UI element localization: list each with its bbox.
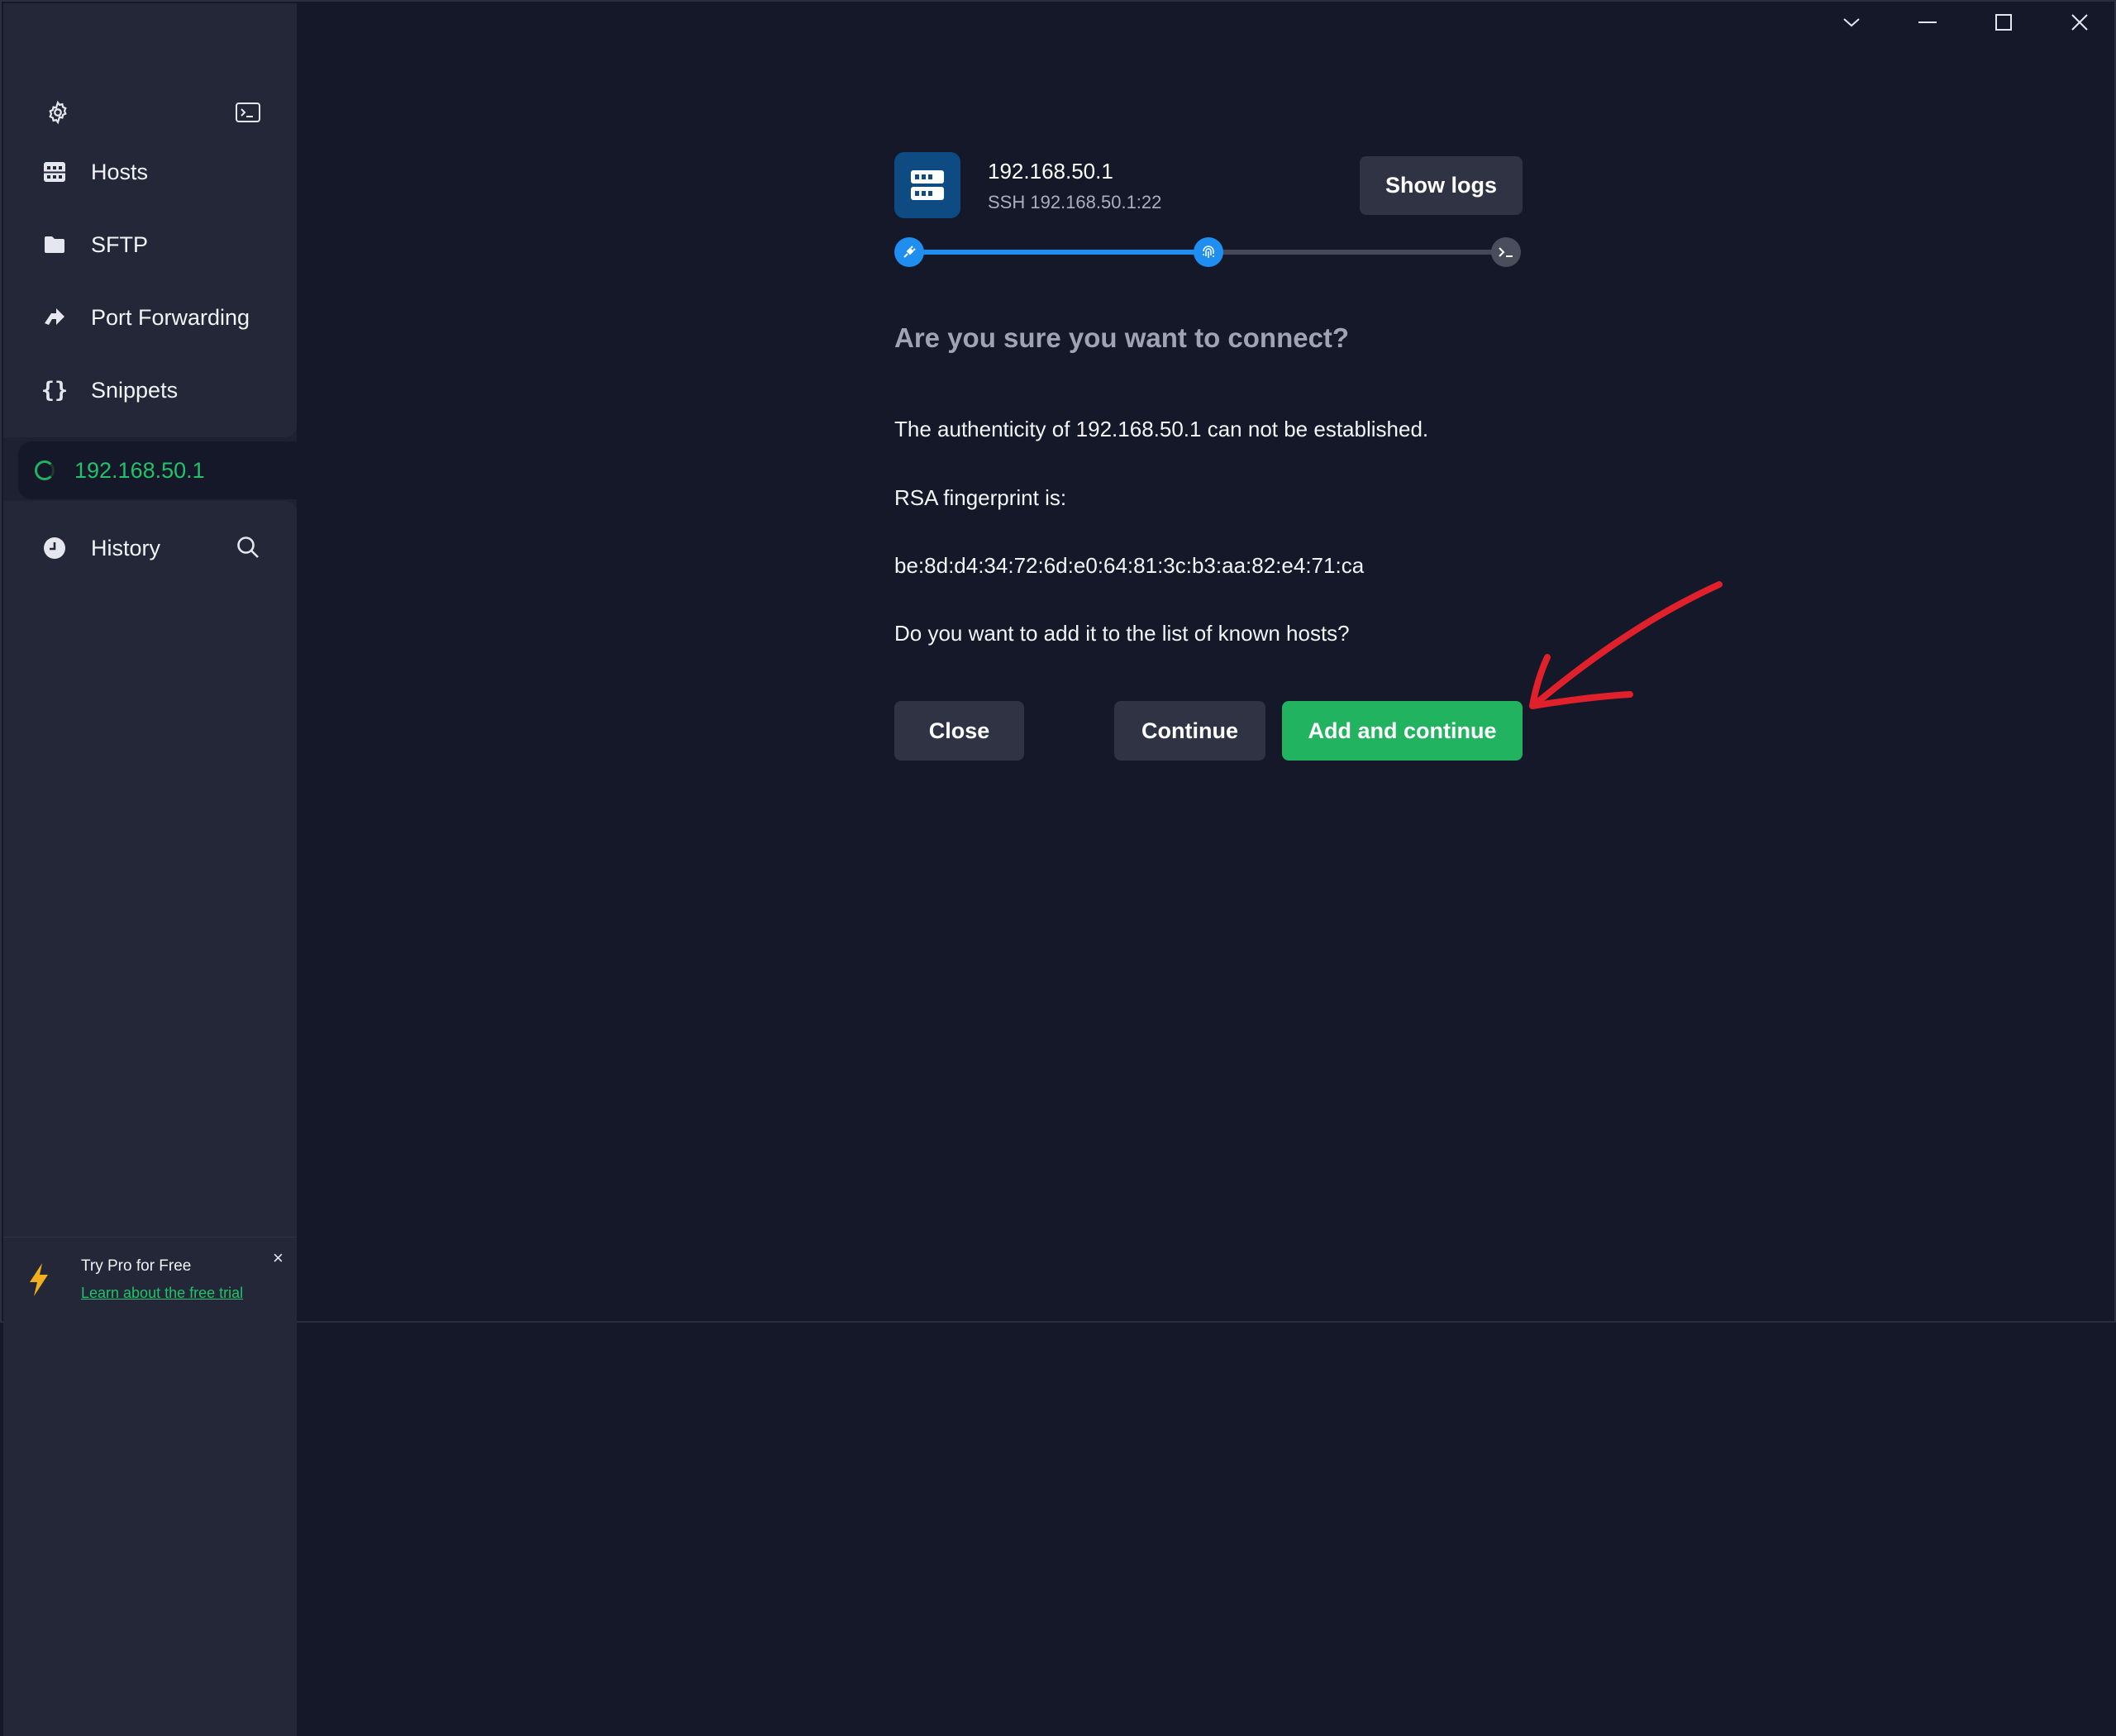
app-window: Hosts SFTP Port Forwarding {} Snippets 1… — [0, 0, 2116, 1736]
chevron-down-icon[interactable] — [1814, 5, 1889, 40]
sidebar-item-sftp[interactable]: SFTP — [3, 216, 297, 274]
close-button[interactable]: Close — [894, 701, 1024, 761]
continue-button[interactable]: Continue — [1114, 701, 1265, 761]
plug-icon — [894, 237, 924, 267]
sidebar: Hosts SFTP Port Forwarding {} Snippets 1… — [3, 3, 298, 1736]
authenticity-message: The authenticity of 192.168.50.1 can not… — [894, 417, 1429, 441]
search-icon[interactable] — [231, 531, 264, 564]
clock-icon — [41, 534, 69, 562]
terminal-prompt-icon — [1491, 237, 1521, 267]
sidebar-item-label: History — [91, 535, 161, 560]
close-icon[interactable]: × — [273, 1247, 284, 1269]
fingerprint-icon — [1194, 237, 1223, 267]
host-name: 192.168.50.1 — [988, 159, 1113, 184]
sidebar-item-label: SFTP — [91, 231, 149, 257]
sidebar-item-label: Port Forwarding — [91, 304, 250, 330]
spinner-icon — [35, 460, 55, 480]
pro-trial-banner: Try Pro for Free Learn about the free tr… — [3, 1237, 297, 1323]
lightning-icon — [26, 1262, 51, 1301]
terminal-icon[interactable] — [231, 96, 264, 129]
promo-title: Try Pro for Free — [81, 1257, 192, 1275]
maximize-icon[interactable] — [1966, 5, 2041, 40]
sidebar-item-active-host[interactable]: 192.168.50.1 — [18, 441, 298, 499]
known-hosts-question: Do you want to add it to the list of kno… — [894, 621, 1350, 646]
fingerprint-label: RSA fingerprint is: — [894, 485, 1067, 510]
hosts-grid-icon — [41, 158, 69, 186]
progress-fill — [909, 250, 1208, 255]
sidebar-history-panel: History — [3, 501, 297, 1736]
sidebar-item-label: Snippets — [91, 377, 179, 403]
sidebar-item-label: Hosts — [91, 159, 149, 184]
sidebar-item-port-forwarding[interactable]: Port Forwarding — [3, 289, 297, 346]
port-forward-icon — [41, 303, 69, 331]
add-and-continue-button[interactable]: Add and continue — [1282, 701, 1523, 761]
active-host-label: 192.168.50.1 — [74, 457, 205, 483]
close-window-icon[interactable] — [2042, 5, 2116, 40]
gear-icon[interactable] — [41, 96, 74, 129]
sidebar-item-snippets[interactable]: {} Snippets — [3, 361, 297, 419]
host-connection-string: SSH 192.168.50.1:22 — [988, 192, 1162, 212]
sidebar-nav-panel: Hosts SFTP Port Forwarding {} Snippets — [3, 3, 297, 437]
sidebar-item-hosts[interactable]: Hosts — [3, 143, 297, 201]
promo-link[interactable]: Learn about the free trial — [81, 1285, 243, 1302]
folder-icon — [41, 231, 69, 259]
fingerprint-value: be:8d:d4:34:72:6d:e0:64:81:3c:b3:aa:82:e… — [894, 553, 1365, 578]
minimize-icon[interactable] — [1890, 5, 1965, 40]
server-icon — [894, 152, 960, 218]
confirm-heading: Are you sure you want to connect? — [894, 322, 1350, 353]
show-logs-button[interactable]: Show logs — [1360, 156, 1523, 215]
braces-icon: {} — [41, 377, 69, 403]
